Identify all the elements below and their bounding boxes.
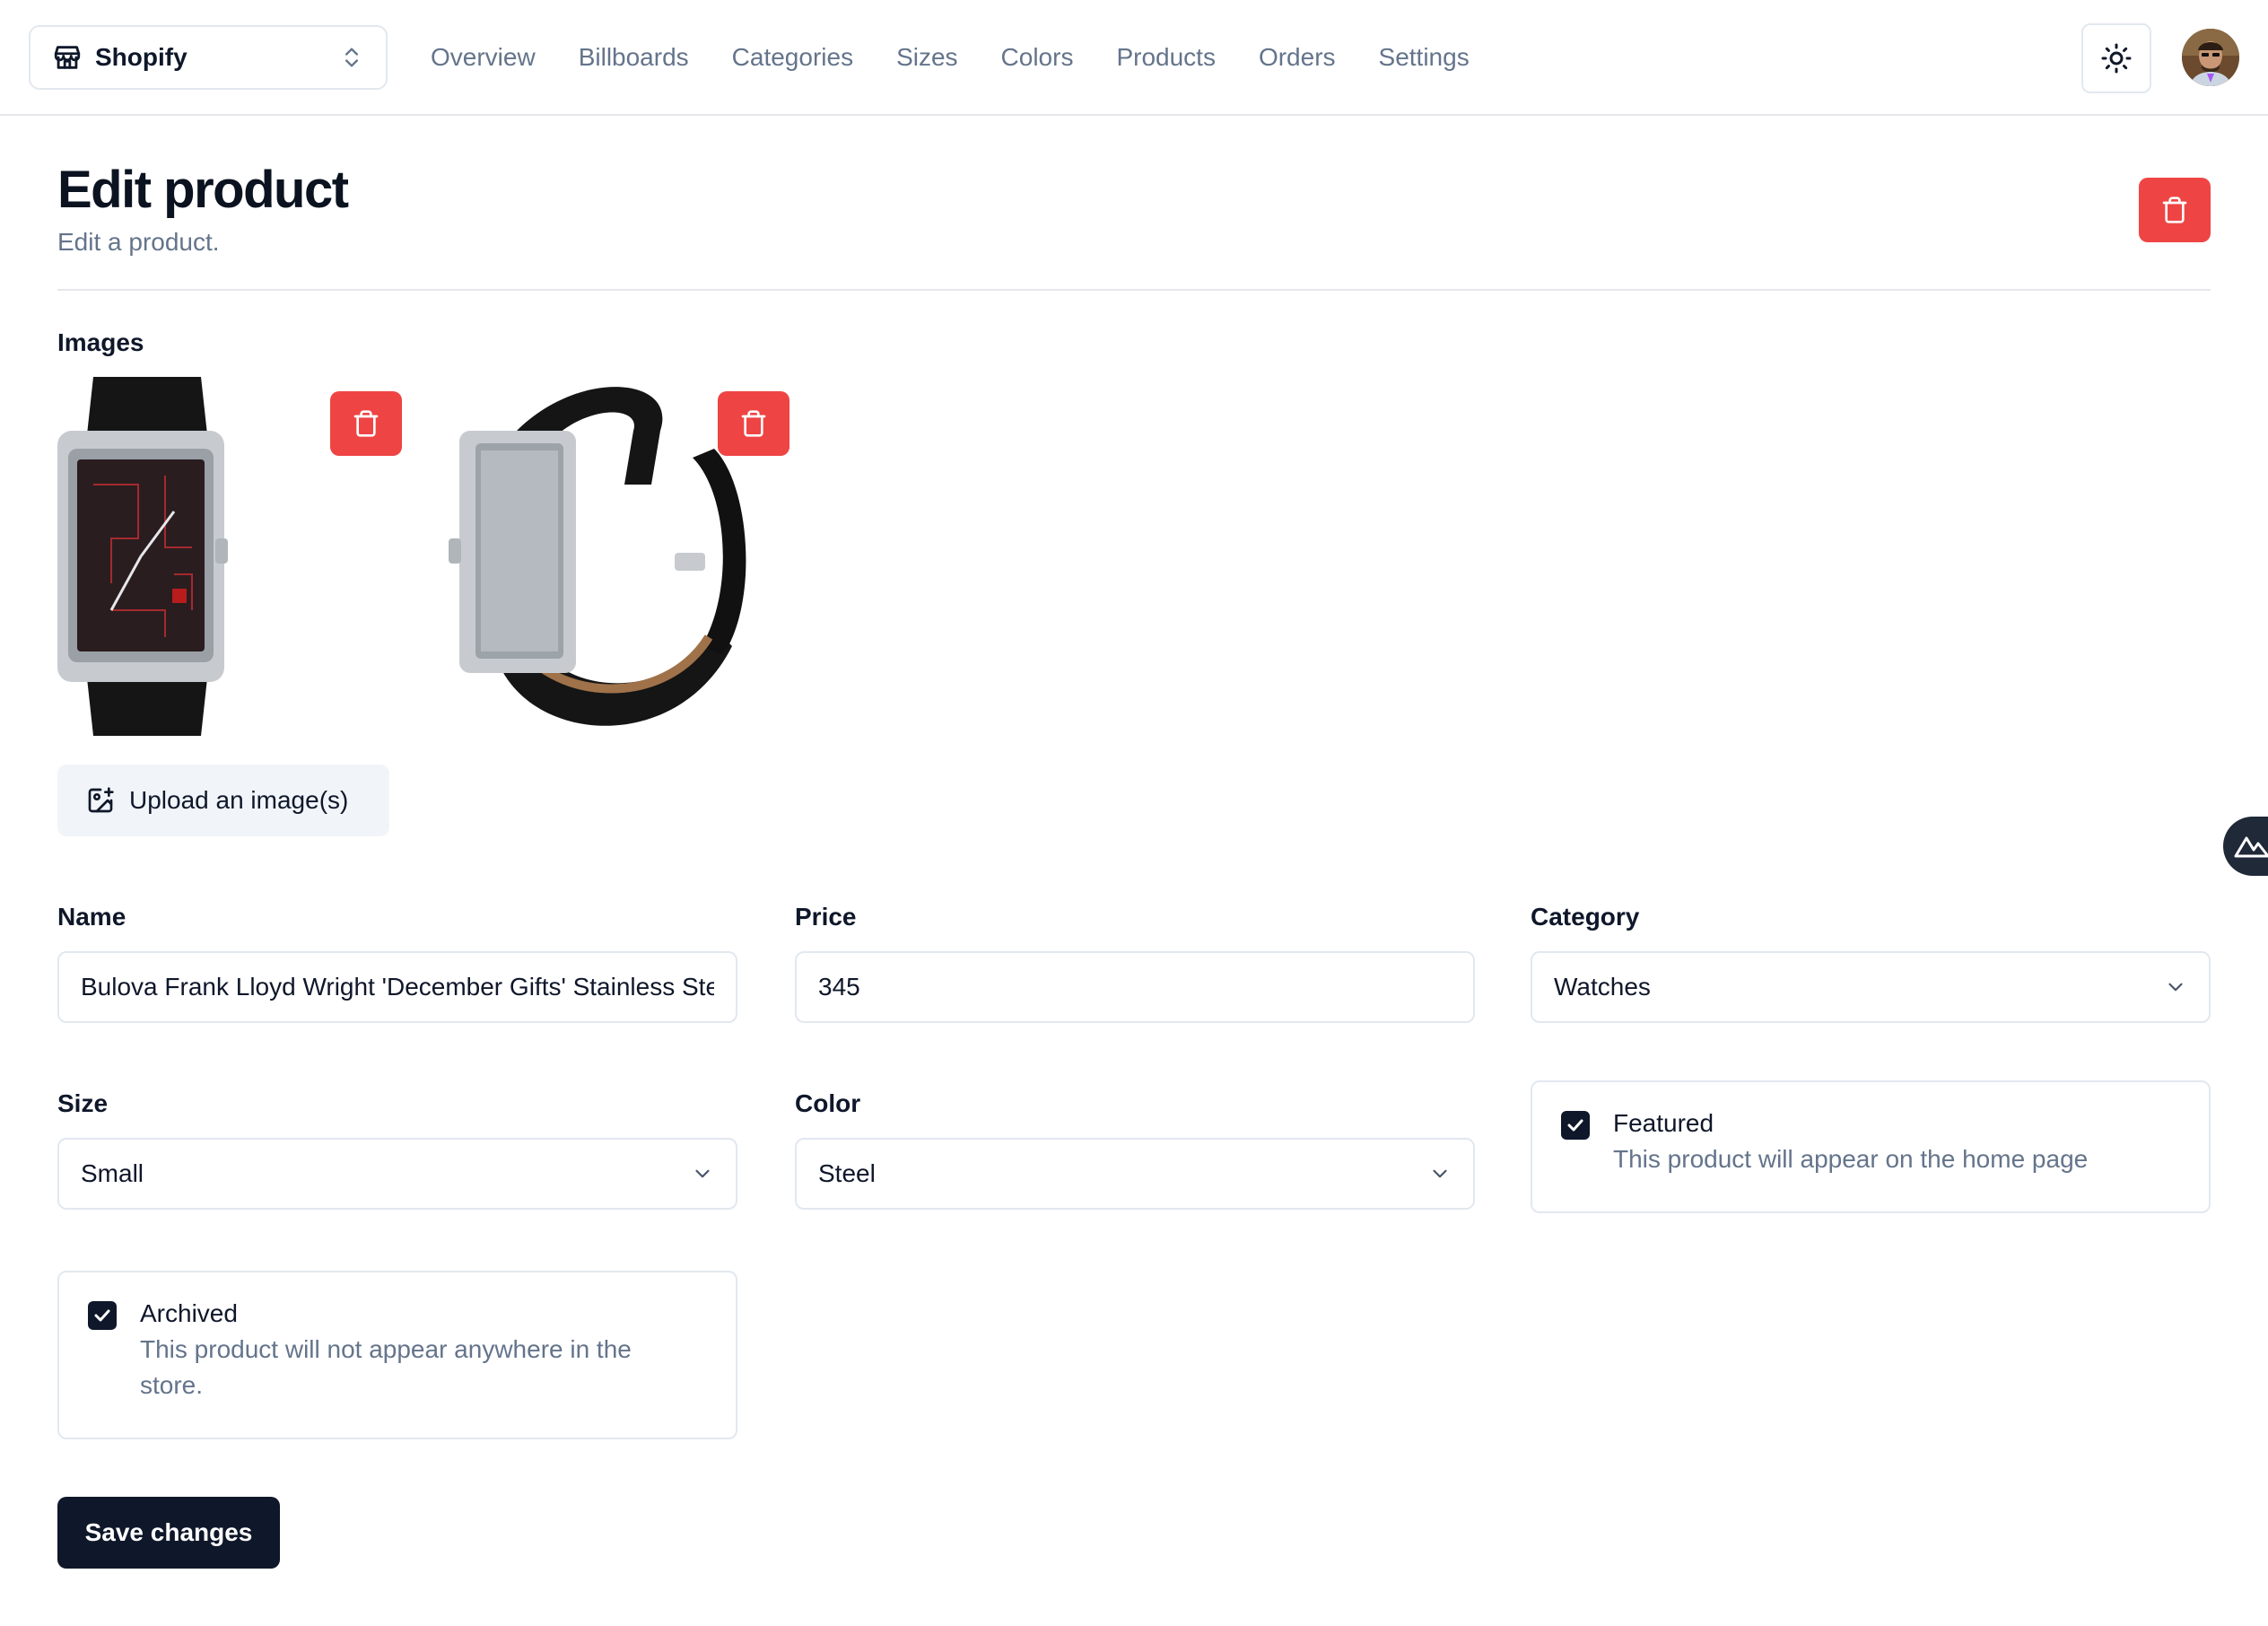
nav-colors[interactable]: Colors [1001, 43, 1074, 72]
top-navbar: Shopify Overview Billboards Categories S… [0, 0, 2268, 116]
price-input-value: 345 [818, 973, 860, 1001]
store-name: Shopify [95, 43, 188, 71]
nav-products[interactable]: Products [1116, 43, 1216, 72]
size-select[interactable]: Small [57, 1138, 737, 1210]
trash-icon [741, 410, 766, 437]
archived-checkbox[interactable] [88, 1301, 117, 1330]
devtools-widget[interactable] [2223, 817, 2268, 876]
user-avatar[interactable] [2182, 29, 2239, 86]
featured-card: Featured This product will appear on the… [1531, 1080, 2211, 1213]
theme-toggle-button[interactable] [2081, 23, 2151, 93]
app-root: Shopify Overview Billboards Categories S… [0, 0, 2268, 1626]
main-nav: Overview Billboards Categories Sizes Col… [431, 25, 1470, 90]
page-subtitle: Edit a product. [57, 228, 220, 256]
trash-icon [2162, 197, 2187, 223]
check-icon [94, 1309, 110, 1322]
image-plus-icon [88, 787, 114, 813]
featured-description: This product will appear on the home pag… [1613, 1145, 2089, 1173]
price-label: Price [795, 903, 857, 931]
size-label: Size [57, 1089, 109, 1117]
check-icon [1567, 1119, 1583, 1132]
color-select[interactable]: Steel [795, 1138, 1475, 1210]
nav-sizes[interactable]: Sizes [896, 43, 957, 72]
sun-icon [2101, 43, 2132, 74]
archived-title: Archived [140, 1299, 238, 1327]
nav-categories[interactable]: Categories [732, 43, 853, 72]
category-select[interactable]: Watches [1531, 951, 2211, 1023]
nav-settings[interactable]: Settings [1379, 43, 1470, 72]
featured-title: Featured [1613, 1109, 1714, 1137]
nav-orders[interactable]: Orders [1259, 43, 1336, 72]
archived-card: Archived This product will not appear an… [57, 1271, 737, 1439]
archived-description-line1: This product will not appear anywhere in… [140, 1335, 632, 1363]
featured-checkbox[interactable] [1561, 1111, 1590, 1140]
color-label: Color [795, 1089, 861, 1117]
store-switcher[interactable]: Shopify [29, 25, 388, 90]
upload-image-label: Upload an image(s) [129, 786, 349, 814]
product-image [445, 377, 804, 736]
color-select-value: Steel [818, 1159, 876, 1187]
name-label: Name [57, 903, 126, 931]
header-separator [57, 289, 2211, 291]
price-input[interactable]: 345 [795, 951, 1475, 1023]
store-icon [54, 46, 81, 69]
upload-image-button[interactable]: Upload an image(s) [57, 765, 389, 836]
chevrons-up-down-icon [345, 48, 358, 67]
chevron-down-icon [1433, 1169, 1447, 1178]
nav-overview[interactable]: Overview [431, 43, 536, 72]
avatar-image [2182, 29, 2239, 86]
name-input[interactable]: Bulova Frank Lloyd Wright 'December Gift… [57, 951, 737, 1023]
delete-image-button[interactable] [718, 391, 789, 456]
archived-description-line2: store. [140, 1371, 204, 1399]
images-label: Images [57, 328, 144, 356]
category-label: Category [1531, 903, 1640, 931]
chevron-down-icon [2168, 983, 2183, 992]
delete-image-button[interactable] [330, 391, 402, 456]
delete-product-button[interactable] [2139, 178, 2211, 242]
trash-icon [353, 410, 379, 437]
mountain-logo-icon [2234, 836, 2268, 858]
product-image [57, 377, 416, 736]
name-input-value: Bulova Frank Lloyd Wright 'December Gift… [81, 973, 714, 1001]
size-select-value: Small [81, 1159, 144, 1187]
page-title: Edit product [57, 161, 349, 219]
nav-billboards[interactable]: Billboards [579, 43, 689, 72]
category-select-value: Watches [1554, 973, 1651, 1001]
save-changes-button[interactable]: Save changes [57, 1497, 280, 1569]
chevron-down-icon [695, 1169, 710, 1178]
